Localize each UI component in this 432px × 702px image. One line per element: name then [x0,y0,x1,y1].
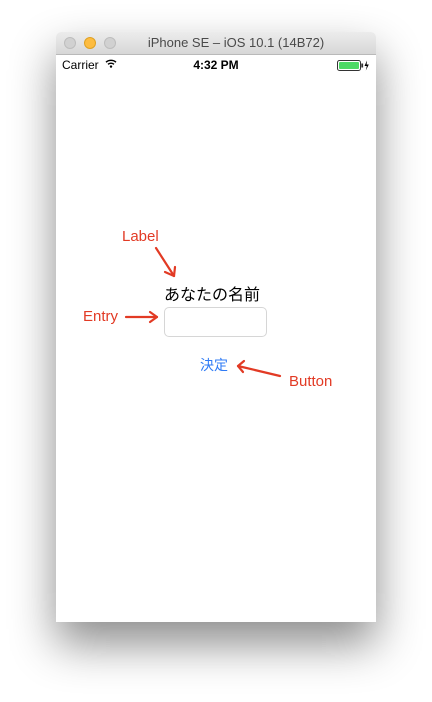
entry-arrow-icon [124,310,159,324]
label-arrow-icon [154,246,177,278]
annotation-arrows [124,246,282,378]
button-arrow-icon [236,359,282,378]
